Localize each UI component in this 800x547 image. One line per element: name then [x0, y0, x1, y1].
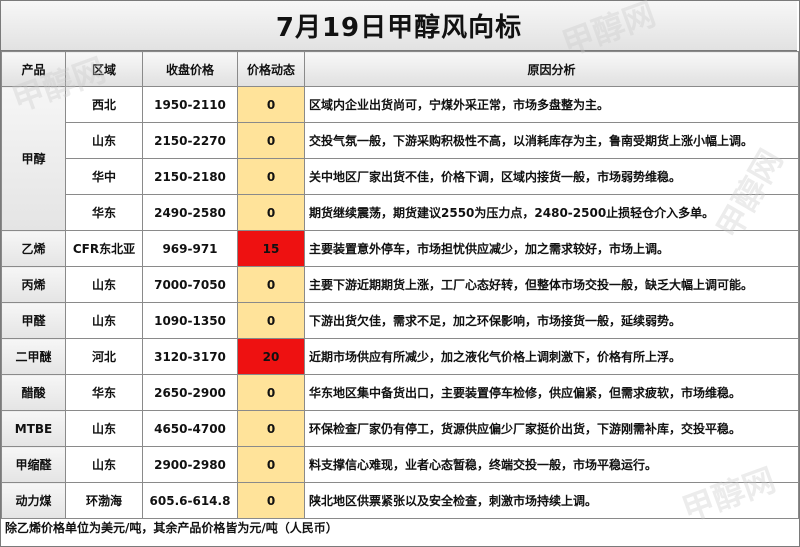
price-cell: 2900-2980: [142, 446, 238, 483]
change-cell: 0: [237, 446, 305, 483]
price-cell: 2150-2270: [142, 122, 238, 159]
region-cell: 山东: [65, 410, 143, 447]
analysis-cell: 关中地区厂家出货不佳，价格下调，区域内接货一般，市场弱势维稳。: [304, 158, 799, 195]
product-cell: 甲醇: [1, 86, 66, 231]
analysis-cell: 交投气氛一般，下游采购积极性不高，以消耗库存为主，鲁南受期货上涨小幅上调。: [304, 122, 799, 159]
region-cell: 华东: [65, 194, 143, 231]
change-cell: 0: [237, 122, 305, 159]
product-cell: 甲缩醛: [1, 446, 66, 483]
price-cell: 1950-2110: [142, 86, 238, 123]
product-cell: 乙烯: [1, 230, 66, 267]
header-region: 区域: [65, 51, 143, 87]
region-cell: 西北: [65, 86, 143, 123]
table-row: MTBE 山东 4650-4700 0 环保检查厂家仍有停工，货源供应偏少厂家挺…: [1, 410, 799, 447]
price-cell: 2490-2580: [142, 194, 238, 231]
change-cell: 0: [237, 410, 305, 447]
price-cell: 7000-7050: [142, 266, 238, 303]
header-row: 产品 区域 收盘价格 价格动态 原因分析: [1, 51, 799, 87]
analysis-cell: 主要下游近期期货上涨，工厂心态好转，但整体市场交投一般，缺乏大幅上调可能。: [304, 266, 799, 303]
header-price: 收盘价格: [142, 51, 238, 87]
analysis-cell: 环保检查厂家仍有停工，货源供应偏少厂家挺价出货，下游刚需补库，交投平稳。: [304, 410, 799, 447]
analysis-cell: 主要装置意外停车，市场担忧供应减少，加之需求较好，市场上调。: [304, 230, 799, 267]
region-cell: 山东: [65, 302, 143, 339]
table-row: 山东 2150-2270 0 交投气氛一般，下游采购积极性不高，以消耗库存为主，…: [2, 122, 799, 159]
analysis-cell: 华东地区集中备货出口，主要装置停车检修，供应偏紧，但需求疲软，市场维稳。: [304, 374, 799, 411]
region-cell: 山东: [65, 446, 143, 483]
region-cell: 河北: [65, 338, 143, 375]
price-cell: 1090-1350: [142, 302, 238, 339]
product-cell: 甲醛: [1, 302, 66, 339]
header-change: 价格动态: [237, 51, 305, 87]
product-cell: 丙烯: [1, 266, 66, 303]
header-analysis: 原因分析: [304, 51, 799, 87]
title-bar: 7月19日甲醇风向标: [1, 1, 797, 51]
analysis-cell: 下游出货欠佳，需求不足，加之环保影响，市场接货一般，延续弱势。: [304, 302, 799, 339]
page-title: 7月19日甲醇风向标: [275, 13, 523, 43]
header-product: 产品: [1, 51, 66, 87]
table-row: 乙烯 CFR东北亚 969-971 15 主要装置意外停车，市场担忧供应减少，加…: [1, 230, 799, 267]
table-row: 醋酸 华东 2650-2900 0 华东地区集中备货出口，主要装置停车检修，供应…: [1, 374, 799, 411]
change-cell: 20: [237, 338, 305, 375]
region-cell: 山东: [65, 122, 143, 159]
table-row: 甲缩醛 山东 2900-2980 0 料支撑信心难现，业者心态暂稳，终端交投一般…: [1, 446, 799, 483]
price-cell: 2150-2180: [142, 158, 238, 195]
change-cell: 0: [237, 194, 305, 231]
price-cell: 4650-4700: [142, 410, 238, 447]
table-row: 甲醇 西北 1950-2110 0 区域内企业出货尚可，宁煤外采正常，市场多盘整…: [1, 86, 799, 231]
change-cell: 0: [237, 158, 305, 195]
analysis-cell: 区域内企业出货尚可，宁煤外采正常，市场多盘整为主。: [304, 86, 799, 123]
region-cell: 山东: [65, 266, 143, 303]
analysis-cell: 近期市场供应有所减少，加之液化气价格上调刺激下，价格有所上浮。: [304, 338, 799, 375]
change-cell: 0: [237, 374, 305, 411]
table-row: 丙烯 山东 7000-7050 0 主要下游近期期货上涨，工厂心态好转，但整体市…: [1, 266, 799, 303]
price-cell: 2650-2900: [142, 374, 238, 411]
change-cell: 0: [237, 266, 305, 303]
change-cell: 0: [237, 86, 305, 123]
analysis-cell: 期货继续震荡，期货建议2550为压力点，2480-2500止损轻仓介入多单。: [304, 194, 799, 231]
footnote: 除乙烯价格单位为美元/吨，其余产品价格皆为元/吨（人民币）: [5, 521, 338, 535]
table-row: 华中 2150-2180 0 关中地区厂家出货不佳，价格下调，区域内接货一般，市…: [2, 158, 799, 195]
table-row: 二甲醚 河北 3120-3170 20 近期市场供应有所减少，加之液化气价格上调…: [1, 338, 799, 375]
table-row: 甲醛 山东 1090-1350 0 下游出货欠佳，需求不足，加之环保影响，市场接…: [1, 302, 799, 339]
product-cell: 二甲醚: [1, 338, 66, 375]
region-cell: CFR东北亚: [65, 230, 143, 267]
price-cell: 3120-3170: [142, 338, 238, 375]
region-cell: 华中: [65, 158, 143, 195]
analysis-cell: 料支撑信心难现，业者心态暂稳，终端交投一般，市场平稳运行。: [304, 446, 799, 483]
product-cell: MTBE: [1, 410, 66, 447]
product-cell: 醋酸: [1, 374, 66, 411]
region-cell: 华东: [65, 374, 143, 411]
change-cell: 15: [237, 230, 305, 267]
price-table: 产品 区域 收盘价格 价格动态 原因分析 甲醇 西北 1950-2110 0 区…: [1, 51, 799, 519]
price-cell: 969-971: [142, 230, 238, 267]
table-row: 华东 2490-2580 0 期货继续震荡，期货建议2550为压力点，2480-…: [2, 194, 799, 231]
change-cell: 0: [237, 302, 305, 339]
